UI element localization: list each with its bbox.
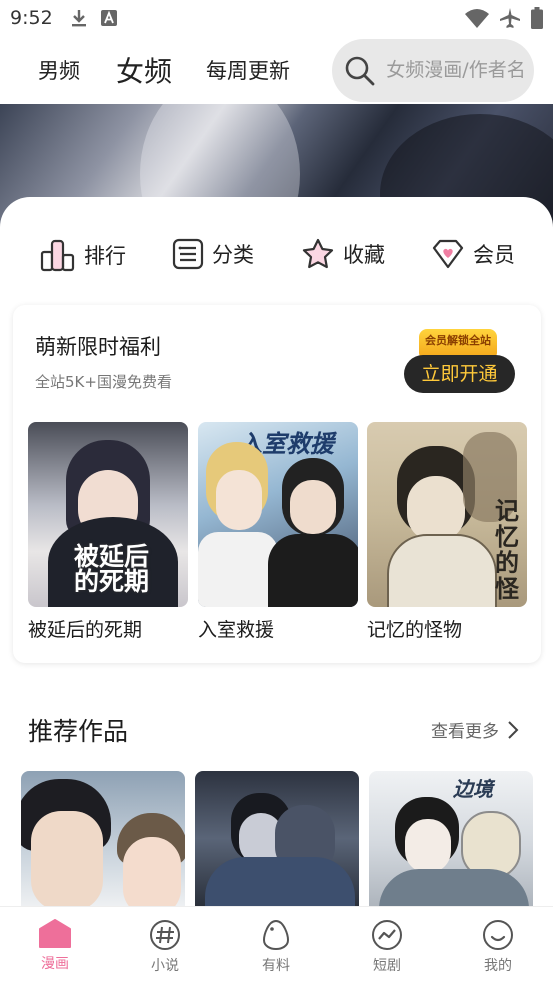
quick-link-label: 排行 — [84, 244, 126, 268]
bottom-tab-feed[interactable]: 有料 — [221, 907, 331, 983]
promo-book-item[interactable]: 入室救援 入室救援 — [198, 422, 358, 642]
bottom-tab-bar: 漫画 小说 有料 短剧 我的 — [0, 906, 553, 983]
status-bar: 9:52 — [0, 0, 553, 36]
star-icon — [302, 238, 334, 269]
quick-link-label: 会员 — [473, 243, 515, 267]
download-icon — [71, 10, 86, 27]
bottom-tab-label: 小说 — [151, 958, 179, 974]
tab-male[interactable]: 男频 — [38, 55, 80, 85]
promo-subtitle: 全站5K+国漫免费看 — [35, 373, 172, 391]
recommended-book-item[interactable]: 边境 — [369, 771, 533, 906]
bottom-tab-profile[interactable]: 我的 — [443, 907, 553, 983]
cover-title-text: 被延后的死期 — [74, 542, 150, 596]
home-comic-icon — [39, 919, 71, 948]
tab-weekly-update[interactable]: 每周更新 — [206, 55, 290, 85]
bottom-tab-label: 短剧 — [373, 958, 401, 974]
quick-link-category[interactable]: 分类 — [172, 238, 254, 270]
hash-icon — [150, 920, 180, 950]
book-title: 入室救援 — [198, 619, 275, 641]
bottom-tab-novel[interactable]: 小说 — [110, 907, 220, 983]
cover-title-text: 记忆的怪 — [495, 497, 519, 603]
bar-chart-icon — [40, 239, 75, 272]
chevron-right-icon — [508, 720, 519, 739]
promo-card: 萌新限时福利 全站5K+国漫免费看 会员解锁全站 立即开通 被延后的死期 被延后… — [13, 305, 541, 663]
cover-title-text: 边境 — [453, 777, 493, 801]
tab-female[interactable]: 女频 — [116, 50, 172, 90]
quick-link-label: 分类 — [212, 243, 254, 267]
promo-title: 萌新限时福利 — [35, 335, 161, 359]
search-icon — [345, 56, 375, 85]
book-cover: 被延后的死期 — [28, 422, 188, 607]
bottom-tab-label: 漫画 — [41, 956, 69, 972]
quick-link-ranking[interactable]: 排行 — [40, 238, 126, 272]
bottom-tab-label: 有料 — [262, 958, 290, 974]
trend-icon — [372, 920, 402, 950]
quick-link-favorites[interactable]: 收藏 — [301, 238, 385, 270]
smile-icon — [483, 920, 513, 950]
top-nav: 男频 女频 每周更新 女频漫画/作者名 — [0, 36, 553, 104]
activate-now-button[interactable]: 立即开通 — [404, 355, 515, 393]
promo-book-item[interactable]: 被延后的死期 被延后的死期 — [28, 422, 188, 642]
recommended-book-item[interactable] — [21, 771, 185, 906]
diamond-heart-icon — [432, 239, 464, 269]
book-cover: 入室救援 — [198, 422, 358, 607]
egg-icon — [262, 919, 290, 951]
promo-book-item[interactable]: 记忆的怪 记忆的怪物 — [367, 422, 527, 642]
bottom-tab-short-drama[interactable]: 短剧 — [332, 907, 442, 983]
list-icon — [172, 238, 204, 270]
view-more-label: 查看更多 — [431, 722, 499, 742]
book-title: 被延后的死期 — [28, 619, 143, 641]
bottom-tab-label: 我的 — [484, 958, 512, 974]
wifi-icon — [465, 9, 489, 28]
quick-link-vip[interactable]: 会员 — [431, 238, 515, 270]
view-more-link[interactable]: 查看更多 — [431, 717, 519, 742]
section-title-recommended: 推荐作品 — [28, 717, 129, 746]
book-title: 记忆的怪物 — [367, 619, 463, 641]
search-placeholder: 女频漫画/作者名 — [386, 59, 526, 81]
bottom-tab-comic[interactable]: 漫画 — [0, 907, 110, 983]
font-a-icon — [100, 10, 117, 26]
airplane-mode-icon — [500, 8, 520, 28]
vip-unlock-badge: 会员解锁全站 — [419, 329, 497, 357]
status-time: 9:52 — [10, 7, 53, 29]
battery-icon — [531, 7, 543, 29]
recommended-book-item[interactable] — [195, 771, 359, 906]
quick-link-label: 收藏 — [343, 243, 385, 267]
book-cover: 记忆的怪 — [367, 422, 527, 607]
search-input[interactable]: 女频漫画/作者名 — [332, 39, 534, 102]
